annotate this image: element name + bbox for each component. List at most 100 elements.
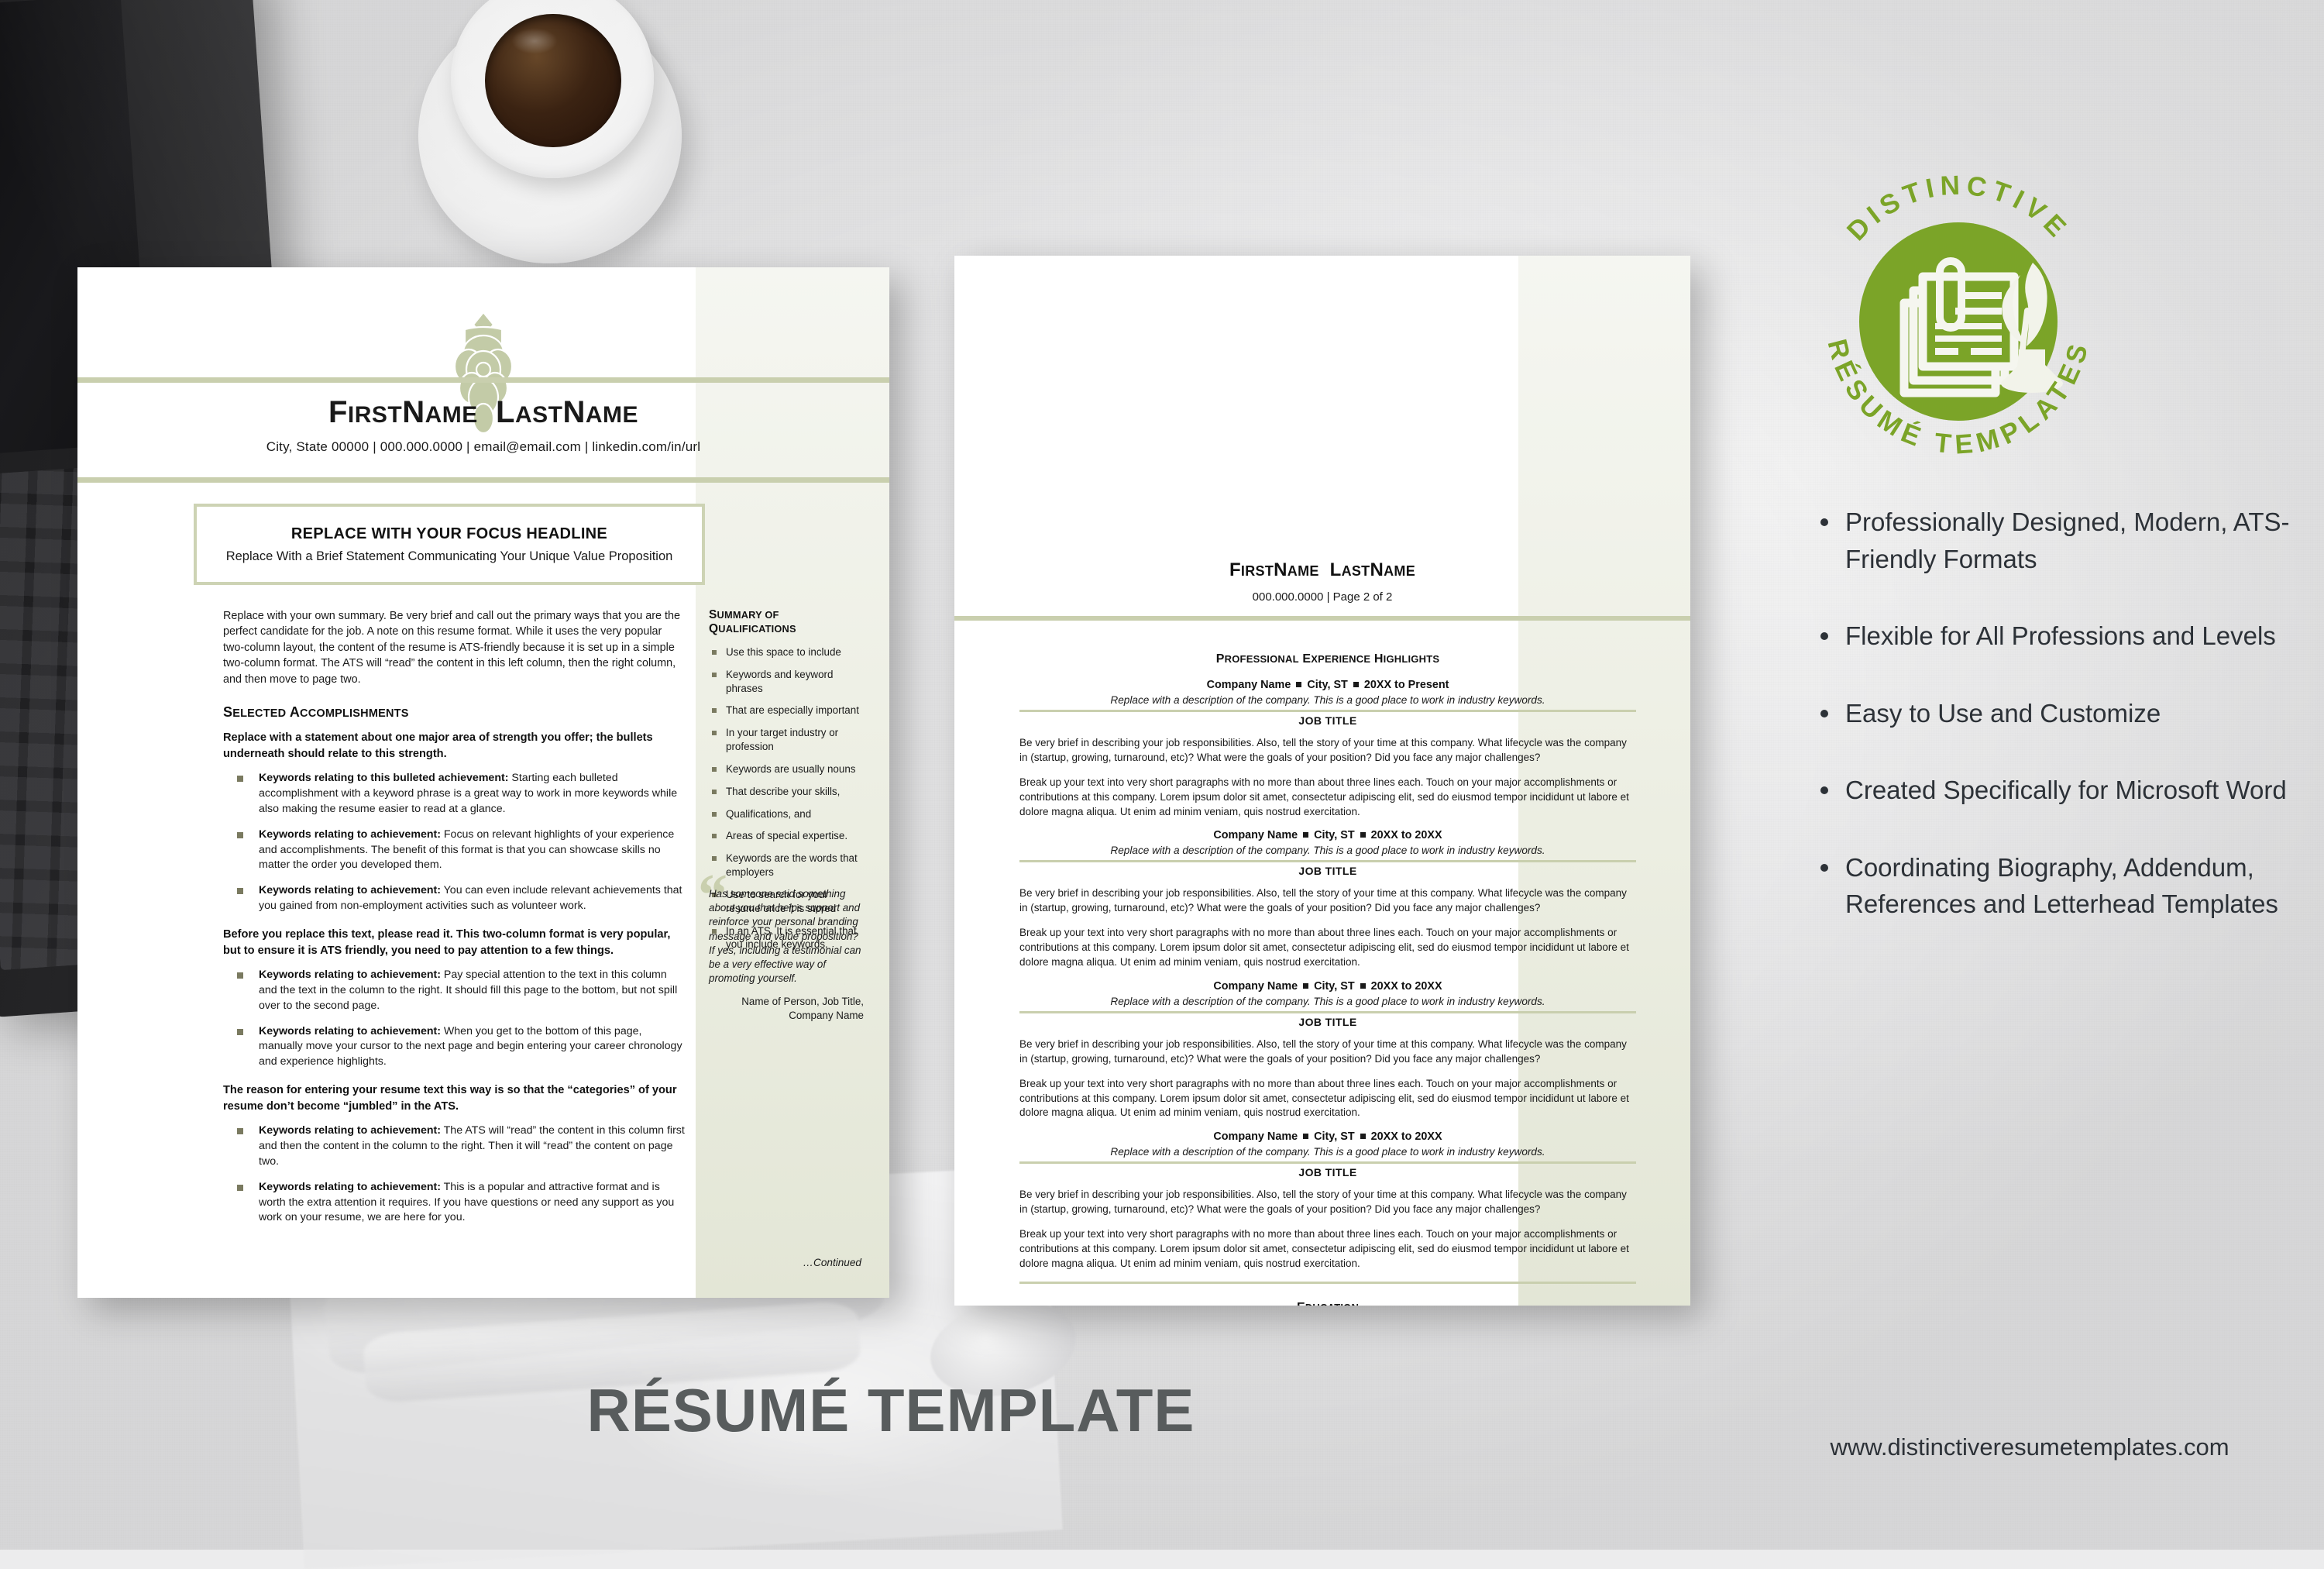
education-divider-rule [1019, 1281, 1636, 1284]
separator-square-icon [1296, 681, 1302, 687]
job-company: Company Name [1206, 679, 1291, 691]
accomplishments-group2-list: Keywords relating to achievement: Pay sp… [223, 968, 685, 1070]
list-item: Keywords are the words that employers [709, 852, 861, 879]
job-title: JOB TITLE [1298, 1166, 1357, 1179]
brand-badge-logo: DISTINCTIVE RÉSUMÉ TEMPLATES [1796, 159, 2121, 484]
job-location: City, ST [1307, 679, 1348, 691]
testimonial-text: Has someone said something about you tha… [709, 888, 861, 985]
accomplishments-group2-lead: Before you replace this text, please rea… [223, 928, 671, 957]
job-dates: 20XX to 20XX [1370, 1130, 1442, 1144]
list-item: Keywords relating to achievement: This i… [223, 1180, 685, 1227]
page1-contact-line: City, State 00000 | 000.000.0000 | email… [266, 439, 701, 454]
separator-square-icon [1303, 982, 1309, 989]
focus-subheadline: Replace With a Brief Statement Communica… [225, 549, 673, 563]
job-location: City, ST [1314, 829, 1355, 842]
page2-header-rule [954, 616, 1690, 621]
list-item: Use this space to include [709, 645, 861, 659]
job-paragraph: Break up your text into very short parag… [1019, 1228, 1629, 1269]
list-item: Keywords relating to achievement: You ca… [223, 883, 685, 914]
bullet-lead: Keywords relating to achievement: [259, 1180, 441, 1193]
header-rule-bottom [77, 477, 889, 483]
job-company-line: Company Name City, ST 20XX to 20XX [1019, 1130, 1636, 1143]
job-title: JOB TITLE [1298, 865, 1357, 878]
feature-list: Professionally Designed, Modern, ATS-Fri… [1813, 504, 2309, 963]
job-divider-rule [1019, 1010, 1636, 1013]
testimonial-attribution: Name of Person, Job Title, Company Name [741, 995, 864, 1021]
list-item: Keywords relating to this bulleted achie… [223, 771, 685, 817]
job-company-line: Company Name City, ST 20XX to Present [1019, 679, 1636, 691]
list-item: Keywords relating to achievement: Pay sp… [223, 968, 685, 1014]
feature-item: Coordinating Biography, Addendum, Refere… [1813, 849, 2309, 923]
page2-subheader: 000.000.0000 | Page 2 of 2 [1252, 590, 1393, 604]
list-item: That are especially important [709, 704, 861, 717]
page1-left-column: Replace with your own summary. Be very b… [223, 608, 685, 1238]
list-item: Keywords relating to achievement: Focus … [223, 828, 685, 874]
job-paragraph: Break up your text into very short parag… [1019, 927, 1629, 969]
list-item: Keywords and keyword phrases [709, 668, 861, 696]
job-dates: 20XX to 20XX [1370, 979, 1442, 993]
job-paragraph: Break up your text into very short parag… [1019, 776, 1629, 817]
experience-entry: Company Name City, ST 20XX to 20XX Replace… [1019, 1130, 1636, 1271]
job-company: Company Name [1213, 1130, 1298, 1144]
list-item: Qualifications, and [709, 807, 861, 821]
resume-page-1[interactable]: FIRSTNAME LASTNAME City, State 00000 | 0… [77, 267, 889, 1298]
experience-entry: Company Name City, ST 20XX to Present Repl… [1019, 679, 1636, 819]
list-item: Keywords relating to achievement: When y… [223, 1024, 685, 1071]
bullet-lead: Keywords relating to achievement: [259, 1024, 441, 1037]
feature-item: Flexible for All Professions and Levels [1813, 618, 2309, 655]
bullet-lead: Keywords relating to achievement: [259, 1124, 441, 1137]
focus-headline-box: REPLACE WITH YOUR FOCUS HEADLINE Replace… [194, 504, 705, 585]
feature-item: Professionally Designed, Modern, ATS-Fri… [1813, 504, 2309, 577]
accomplishments-group1-list: Keywords relating to this bulleted achie… [223, 771, 685, 914]
job-divider-rule [1019, 710, 1636, 712]
job-company-description: Replace with a description of the compan… [1110, 694, 1545, 706]
testimonial-block: “ Has someone said something about you t… [698, 865, 864, 1023]
separator-square-icon [1353, 681, 1359, 687]
job-company-description: Replace with a description of the compan… [1110, 995, 1545, 1007]
job-location: City, ST [1314, 1130, 1355, 1144]
separator-square-icon [1303, 832, 1309, 838]
job-company-line: Company Name City, ST 20XX to 20XX [1019, 980, 1636, 993]
job-company-line: Company Name City, ST 20XX to 20XX [1019, 829, 1636, 841]
job-paragraph: Be very brief in describing your job res… [1019, 1037, 1627, 1065]
job-paragraph: Be very brief in describing your job res… [1019, 1189, 1627, 1216]
summary-paragraph: Replace with your own summary. Be very b… [223, 610, 681, 686]
job-title: JOB TITLE [1298, 1015, 1357, 1028]
bullet-lead: Keywords relating to this bulleted achie… [259, 772, 509, 785]
job-location: City, ST [1314, 979, 1355, 993]
continued-label: …Continued [803, 1257, 861, 1268]
list-item: In your target industry or profession [709, 726, 861, 754]
job-company: Company Name [1213, 829, 1298, 842]
job-divider-rule [1019, 1161, 1636, 1165]
product-caption: RÉSUMÉ TEMPLATE [586, 1376, 1195, 1444]
job-dates: 20XX to 20XX [1370, 829, 1442, 842]
job-company-description: Replace with a description of the compan… [1110, 845, 1545, 857]
resume-page-2[interactable]: FIRSTNAME LASTNAME 000.000.0000 | Page 2… [954, 256, 1690, 1306]
separator-square-icon [1360, 1134, 1366, 1140]
experience-entry: Company Name City, ST 20XX to 20XX Replace… [1019, 829, 1636, 969]
list-item: Areas of special expertise. [709, 829, 861, 843]
job-paragraph: Break up your text into very short parag… [1019, 1077, 1629, 1119]
feature-item: Easy to Use and Customize [1813, 695, 2309, 732]
accomplishments-group1-lead: Replace with a statement about one major… [223, 731, 653, 760]
selected-accomplishments-heading: SELECTED ACCOMPLISHMENTS [223, 704, 409, 721]
page2-content: PROFESSIONAL EXPERIENCE HIGHLIGHTS Compa… [1019, 635, 1636, 1306]
job-company-description: Replace with a description of the compan… [1110, 1146, 1545, 1158]
qualifications-heading: SUMMARY OF QUALIFICATIONS [709, 608, 796, 635]
website-url[interactable]: www.distinctiveresumetemplates.com [1774, 1433, 2285, 1461]
separator-square-icon [1303, 1134, 1309, 1140]
accomplishments-group3-list: Keywords relating to achievement: The AT… [223, 1123, 685, 1226]
bullet-lead: Keywords relating to achievement: [259, 884, 441, 897]
job-dates: 20XX to Present [1363, 679, 1449, 691]
job-company: Company Name [1213, 979, 1298, 993]
page1-candidate-name: FIRSTNAME LASTNAME [328, 395, 639, 429]
experience-heading: PROFESSIONAL EXPERIENCE HIGHLIGHTS [1215, 652, 1440, 666]
feature-item: Created Specifically for Microsoft Word [1813, 772, 2309, 809]
list-item: Keywords relating to achievement: The AT… [223, 1123, 685, 1170]
accomplishments-group3-lead: The reason for entering your resume text… [223, 1084, 677, 1113]
separator-square-icon [1360, 982, 1366, 989]
list-item: That describe your skills, [709, 785, 861, 799]
bullet-lead: Keywords relating to achievement: [259, 968, 441, 981]
list-item: Keywords are usually nouns [709, 762, 861, 776]
focus-headline: REPLACE WITH YOUR FOCUS HEADLINE [290, 525, 608, 542]
